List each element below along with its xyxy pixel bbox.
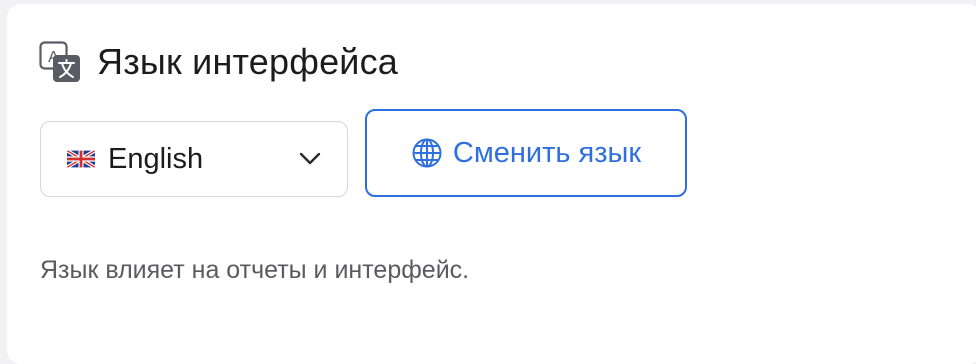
language-settings-card: A Язык интерфейса English [7, 4, 976, 364]
language-hint-text: Язык влияет на отчеты и интерфейс. [40, 256, 470, 284]
chevron-down-icon [299, 152, 321, 165]
language-controls-row: English Сменить язык [40, 109, 687, 197]
language-translate-icon: A [39, 41, 80, 82]
globe-icon [412, 138, 442, 168]
change-language-button[interactable]: Сменить язык [365, 109, 687, 197]
language-select-value: English [108, 142, 204, 175]
page-title: Язык интерфейса [97, 41, 399, 82]
uk-flag-icon [67, 150, 95, 168]
card-header: A Язык интерфейса [39, 41, 398, 83]
change-language-button-label: Сменить язык [452, 136, 642, 169]
language-select[interactable]: English [40, 121, 348, 197]
